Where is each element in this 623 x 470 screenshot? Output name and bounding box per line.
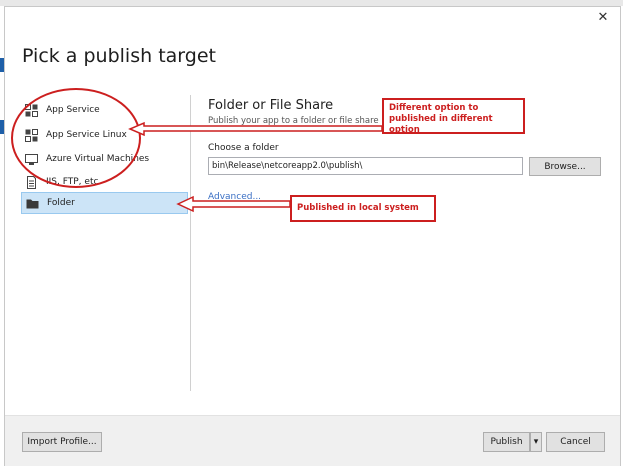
dialog-title: Pick a publish target [22, 45, 216, 67]
publish-label: Publish [490, 437, 523, 447]
app-service-linux-icon [25, 128, 38, 142]
folder-annotation: Published in local system [290, 195, 436, 222]
import-profile-label: Import Profile... [27, 437, 97, 447]
advanced-link[interactable]: Advanced... [208, 192, 261, 202]
cancel-label: Cancel [560, 437, 591, 447]
target-label: Folder [47, 198, 75, 208]
import-profile-button[interactable]: Import Profile... [22, 432, 102, 452]
target-item-iis-ftp[interactable]: IIS, FTP, etc [21, 171, 188, 193]
target-item-app-service[interactable]: App Service [21, 99, 188, 121]
options-annotation-text: Different option to published in differe… [389, 103, 493, 135]
folder-icon [26, 197, 39, 210]
dialog-footer: Import Profile... Publish ▾ Cancel [5, 415, 620, 466]
publish-target-dialog: ✕ Pick a publish target App Service App … [4, 6, 621, 466]
target-label: IIS, FTP, etc [46, 177, 99, 187]
browse-button-label: Browse... [544, 161, 586, 172]
target-label: Azure Virtual Machines [46, 154, 150, 164]
folder-path-input[interactable] [208, 157, 523, 175]
panel-divider [190, 95, 191, 391]
folder-annotation-text: Published in local system [297, 203, 419, 213]
close-icon: ✕ [597, 10, 609, 25]
chevron-down-icon: ▾ [533, 437, 539, 447]
target-label: App Service Linux [46, 130, 127, 140]
detail-subtitle: Publish your app to a folder or file sha… [208, 116, 379, 126]
detail-title: Folder or File Share [208, 98, 334, 113]
document-icon [25, 175, 38, 189]
virtual-machine-icon [25, 153, 38, 166]
publish-button[interactable]: Publish [483, 432, 530, 452]
publish-dropdown-button[interactable]: ▾ [530, 432, 542, 452]
target-label: App Service [46, 105, 100, 115]
browse-button[interactable]: Browse... [529, 157, 601, 176]
options-annotation: Different option to published in differe… [382, 98, 525, 135]
folder-field-label: Choose a folder [208, 143, 279, 153]
app-service-icon [25, 103, 38, 117]
cancel-button[interactable]: Cancel [546, 432, 605, 452]
close-button[interactable]: ✕ [596, 11, 610, 25]
target-item-app-service-linux[interactable]: App Service Linux [21, 124, 188, 146]
target-item-azure-virtual-machines[interactable]: Azure Virtual Machines [21, 148, 188, 170]
target-item-folder[interactable]: Folder [21, 192, 188, 214]
